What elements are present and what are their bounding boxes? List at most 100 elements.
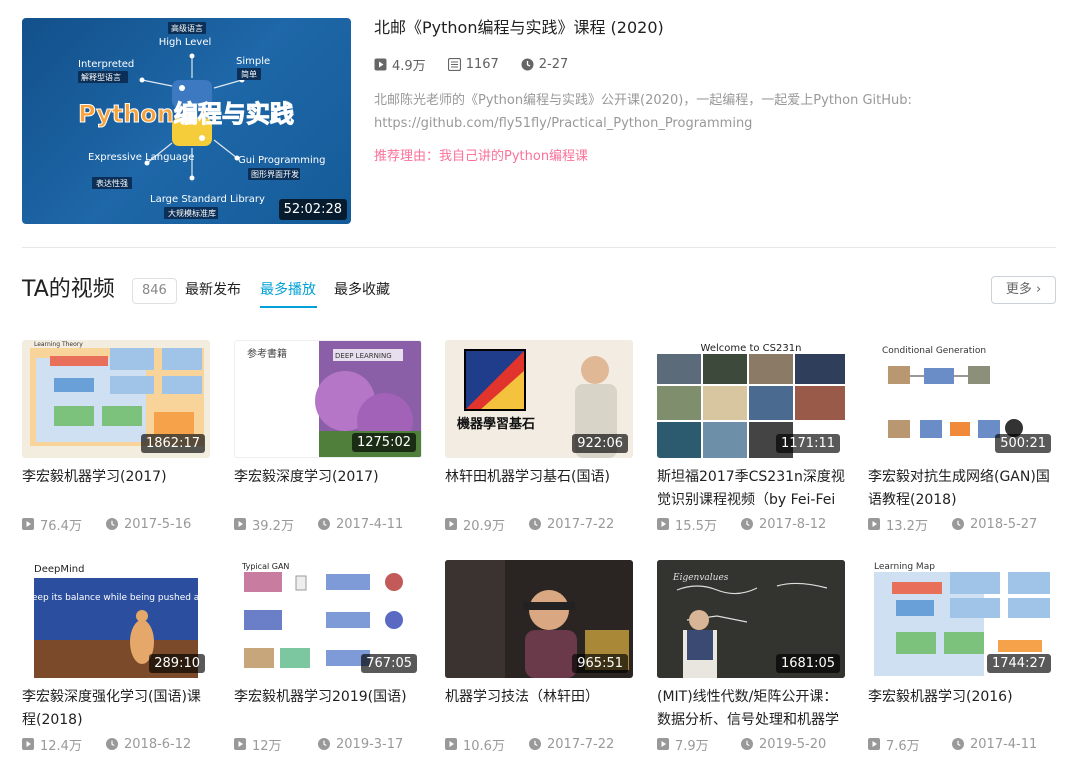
video-duration: 1171:11: [775, 434, 840, 453]
thumb-left2-cn: 表达性强: [96, 178, 128, 188]
list-icon: [447, 57, 461, 71]
video-meta: 7.9万 2019-5-20: [657, 735, 867, 754]
featured-thumbnail[interactable]: 高级语言 High Level Interpreted 解释型语言 Simple…: [22, 18, 351, 224]
video-duration: 500:21: [995, 434, 1051, 453]
thumb-book-title: DEEP LEARNING: [335, 352, 392, 360]
video-duration: 289:10: [149, 654, 205, 673]
video-title[interactable]: (MIT)线性代数/矩阵公开课：数据分析、信号处理和机器学: [657, 686, 845, 732]
thumb-header: Typical GAN: [241, 562, 289, 571]
featured-date-value: 2-27: [538, 56, 569, 72]
thumb-top-en: High Level: [159, 37, 212, 48]
video-date: 2017-7-22: [547, 516, 615, 532]
video-date: 2017-8-12: [759, 516, 827, 532]
video-meta: 15.5万 2017-8-12: [657, 515, 867, 534]
tab-most-played[interactable]: 最多播放: [260, 280, 316, 300]
thumb-left1-cn: 解释型语言: [81, 72, 121, 82]
video-thumbnail[interactable]: Typical GAN 767:05: [234, 560, 422, 678]
featured-stats: 4.9万 1167 2-27: [374, 55, 1054, 74]
video-date: 2019-3-17: [336, 736, 404, 752]
play-icon: [22, 738, 34, 750]
tab-most-favorited[interactable]: 最多收藏: [334, 280, 390, 300]
thumb-board-text: Eigenvalues: [672, 573, 729, 583]
thumb-header: Learning Map: [874, 562, 935, 572]
video-title[interactable]: 林轩田机器学习基石(国语): [445, 466, 633, 512]
video-title[interactable]: 机器学习技法（林轩田）: [445, 686, 633, 732]
featured-plays-value: 4.9万: [392, 58, 426, 74]
python-thumbnail-art: 高级语言 High Level Interpreted 解释型语言 Simple…: [78, 22, 325, 219]
video-card[interactable]: DeepMind And keep its balance while bein…: [22, 560, 210, 754]
video-card[interactable]: Eigenvalues 1681:05 (MIT)线性代数/矩阵公开课：数据分析…: [657, 560, 845, 754]
clock-icon: [529, 738, 541, 750]
featured-title[interactable]: 北邮《Python编程与实践》课程 (2020): [374, 18, 1054, 38]
section-divider: [22, 247, 1056, 248]
play-icon: [234, 738, 246, 750]
video-title[interactable]: 李宏毅深度强化学习(国语)课程(2018): [22, 686, 210, 732]
video-plays: 76.4万: [40, 518, 82, 534]
featured-video[interactable]: 高级语言 High Level Interpreted 解释型语言 Simple…: [22, 18, 1056, 224]
featured-duration: 52:02:28: [278, 199, 347, 220]
video-card[interactable]: Typical GAN 767:05 李宏毅机器学习2019(国语) 12万 2…: [234, 560, 422, 754]
video-title[interactable]: 李宏毅深度学习(2017): [234, 466, 422, 512]
thumb-header: Learning Theory: [34, 341, 83, 348]
video-date: 2019-5-20: [759, 736, 827, 752]
clock-icon: [952, 518, 964, 530]
video-meta: 12万 2019-3-17: [234, 735, 444, 754]
video-title[interactable]: 斯坦福2017季CS231n深度视觉识别课程视频（by Fei-Fei: [657, 466, 845, 512]
video-thumbnail[interactable]: 965:51: [445, 560, 633, 678]
video-plays: 7.6万: [886, 738, 920, 754]
video-meta: 10.6万 2017-7-22: [445, 735, 655, 754]
video-meta: 12.4万 2018-6-12: [22, 735, 232, 754]
video-thumbnail[interactable]: Eigenvalues 1681:05: [657, 560, 845, 678]
video-meta: 13.2万 2018-5-27: [868, 515, 1078, 534]
video-card[interactable]: DEEP LEARNING 参考書籍 1275:02 李宏毅深度学习(2017)…: [234, 340, 422, 534]
video-plays: 10.6万: [463, 738, 505, 754]
clock-icon: [521, 58, 534, 70]
featured-description: 北邮陈光老师的《Python编程与实践》公开课(2020)，一起编程，一起爱上P…: [374, 93, 912, 131]
video-duration: 1681:05: [775, 654, 840, 673]
featured-plays: 4.9万: [374, 55, 426, 74]
thumb-left2-en: Expressive Language: [88, 152, 194, 163]
video-meta: 20.9万 2017-7-22: [445, 515, 655, 534]
thumb-caption: And keep its balance while being pushed …: [22, 593, 210, 603]
clock-icon: [106, 518, 118, 530]
video-meta: 76.4万 2017-5-16: [22, 515, 232, 534]
video-plays: 20.9万: [463, 518, 505, 534]
video-thumbnail[interactable]: Welcome to CS231n 1171:11: [657, 340, 845, 458]
video-card[interactable]: 機器學習基石 922:06 林轩田机器学习基石(国语) 20.9万 2017-7…: [445, 340, 633, 534]
video-plays: 12万: [252, 738, 282, 754]
play-icon: [445, 738, 457, 750]
video-date: 2017-5-16: [124, 516, 192, 532]
thumb-right1-cn: 简单: [241, 69, 257, 79]
thumb-bottom-en: Large Standard Library: [150, 194, 265, 205]
more-button[interactable]: 更多 ›: [991, 276, 1056, 304]
video-thumbnail[interactable]: 機器學習基石 922:06: [445, 340, 633, 458]
video-meta: 7.6万 2017-4-11: [868, 735, 1078, 754]
video-plays: 7.9万: [675, 738, 709, 754]
thumb-right1-en: Simple: [236, 56, 270, 67]
video-title[interactable]: 李宏毅机器学习(2016): [868, 686, 1056, 732]
play-icon: [868, 518, 880, 530]
video-card[interactable]: Conditional Generation 500:21 李宏毅对抗生成网络(…: [868, 340, 1056, 534]
video-thumbnail[interactable]: DeepMind And keep its balance while bein…: [22, 560, 210, 678]
video-card[interactable]: Learning Map 1744:27 李宏毅机器学习(2016) 7.6万 …: [868, 560, 1056, 754]
thumb-banner: Python编程与实践: [78, 100, 294, 128]
video-title[interactable]: 李宏毅机器学习(2017): [22, 466, 210, 512]
video-card[interactable]: Welcome to CS231n 1171:11 斯坦福2017季CS231n…: [657, 340, 845, 534]
video-thumbnail[interactable]: Learning Map 1744:27: [868, 560, 1056, 678]
clock-icon: [529, 518, 541, 530]
video-duration: 1275:02: [351, 433, 416, 452]
video-card[interactable]: Learning Theory 1862:17 李宏毅机器学习(2017) 76…: [22, 340, 210, 534]
play-icon: [657, 518, 669, 530]
video-title[interactable]: 李宏毅机器学习2019(国语): [234, 686, 422, 732]
video-duration: 1862:17: [140, 434, 205, 453]
video-count-badge: 846: [132, 278, 177, 304]
tab-latest[interactable]: 最新发布: [185, 280, 241, 300]
thumb-right2-cn: 图形界面开发: [251, 169, 299, 179]
video-title[interactable]: 李宏毅对抗生成网络(GAN)国语教程(2018): [868, 466, 1056, 512]
video-thumbnail[interactable]: Learning Theory 1862:17: [22, 340, 210, 458]
video-thumbnail[interactable]: Conditional Generation 500:21: [868, 340, 1056, 458]
video-card[interactable]: 965:51 机器学习技法（林轩田） 10.6万 2017-7-22: [445, 560, 633, 754]
video-thumbnail[interactable]: DEEP LEARNING 参考書籍 1275:02: [234, 340, 422, 458]
chevron-right-icon: ›: [1035, 282, 1042, 297]
section-title: TA的视频: [22, 277, 115, 302]
